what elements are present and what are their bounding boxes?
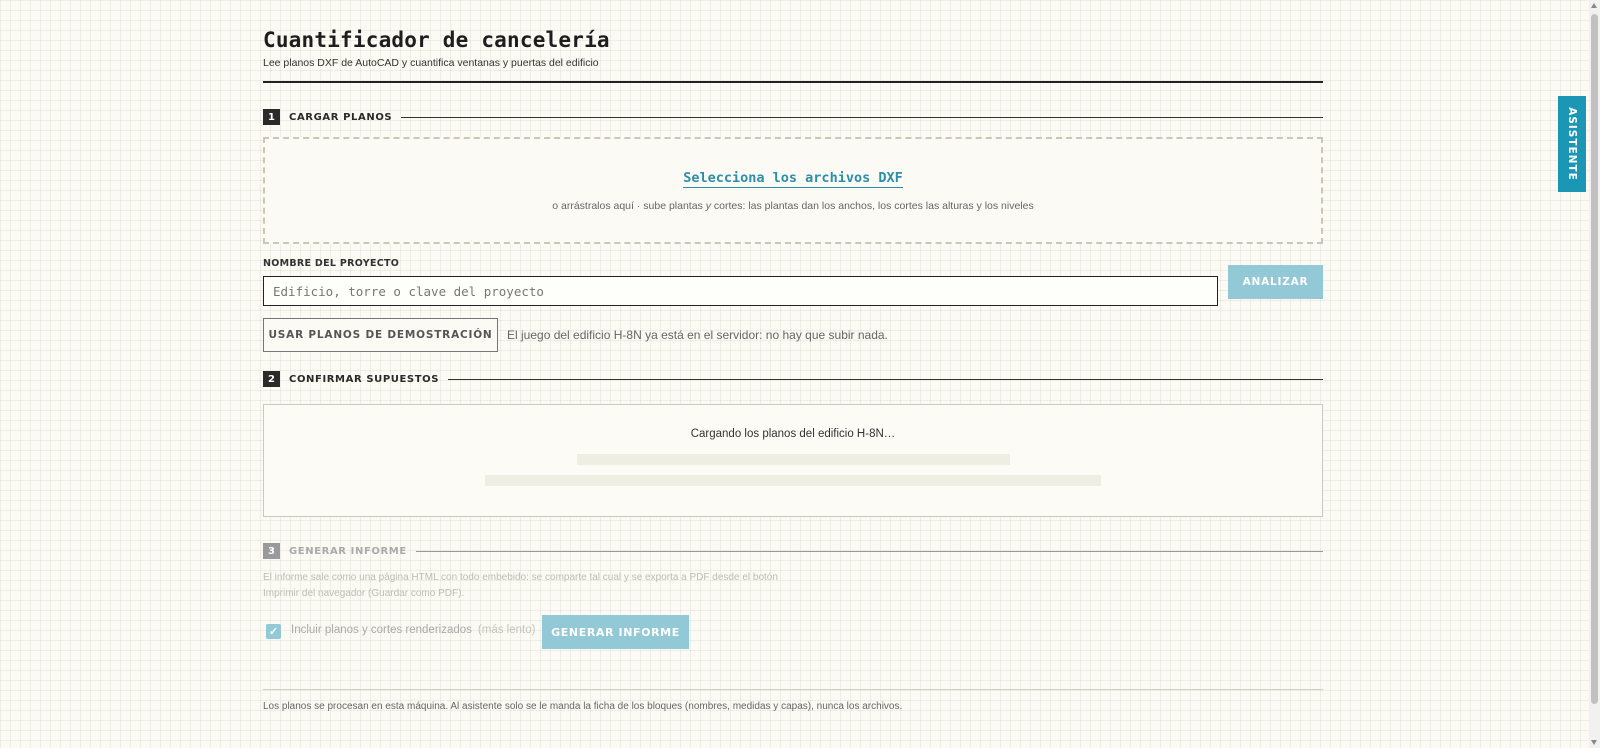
skeleton-line: [485, 475, 1101, 486]
dxf-dropzone[interactable]: Selecciona los archivos DXF o arrástralo…: [263, 137, 1323, 244]
project-name-input[interactable]: [263, 276, 1218, 306]
section-label: CARGAR PLANOS: [289, 111, 393, 123]
demo-note: El juego del edificio H-8N ya está en el…: [507, 328, 888, 342]
project-name-label: NOMBRE DEL PROYECTO: [263, 258, 400, 269]
generate-report-button[interactable]: GENERAR INFORME: [542, 615, 689, 649]
section-header-confirmar-supuestos: 2 CONFIRMAR SUPUESTOS: [263, 371, 1323, 387]
assistant-tab-label: ASISTENTE: [1566, 107, 1578, 181]
use-demo-plans-button[interactable]: USAR PLANOS DE DEMOSTRACIÓN: [263, 318, 498, 352]
privacy-note: Los planos se procesan en esta máquina. …: [263, 701, 903, 712]
section-divider: [401, 116, 1323, 118]
section-header-cargar-planos: 1 CARGAR PLANOS: [263, 109, 1323, 125]
loading-text: Cargando los planos del edificio H-8N…: [690, 428, 896, 440]
report-description: El informe sale como una página HTML con…: [263, 572, 778, 599]
section-divider: [448, 378, 1323, 380]
assumptions-loading-panel: Cargando los planos del edificio H-8N…: [263, 404, 1323, 517]
include-renders-label[interactable]: Incluir planos y cortes renderizados (más…: [291, 624, 535, 636]
title-divider: [263, 81, 1323, 83]
assistant-tab[interactable]: ASISTENTE: [1558, 96, 1586, 192]
section-label: GENERAR INFORME: [289, 545, 407, 557]
page-subtitle: Lee planos DXF de AutoCAD y cuantifica v…: [263, 57, 599, 69]
checkmark-icon: ✓: [268, 626, 279, 638]
footer-divider: [263, 689, 1323, 690]
scroll-down-icon[interactable]: [1591, 740, 1597, 745]
section-number: 2: [263, 371, 280, 387]
include-renders-checkbox[interactable]: ✓: [266, 624, 281, 639]
dropzone-hint: o arrástralos aquí · sube plantas y cort…: [552, 200, 1034, 212]
select-dxf-link[interactable]: Selecciona los archivos DXF: [683, 170, 903, 188]
section-number: 1: [263, 109, 280, 125]
scroll-up-icon[interactable]: [1591, 3, 1597, 8]
section-header-generar-informe: 3 GENERAR INFORME: [263, 543, 1323, 559]
section-number: 3: [263, 543, 280, 559]
scroll-thumb[interactable]: [1591, 14, 1598, 704]
page-title: Cuantificador de cancelería: [263, 28, 610, 52]
analyze-button[interactable]: ANALIZAR: [1228, 265, 1323, 299]
skeleton-line: [577, 454, 1010, 465]
section-divider: [415, 550, 1323, 552]
page-scrollbar[interactable]: [1589, 0, 1600, 748]
section-label: CONFIRMAR SUPUESTOS: [289, 373, 440, 385]
